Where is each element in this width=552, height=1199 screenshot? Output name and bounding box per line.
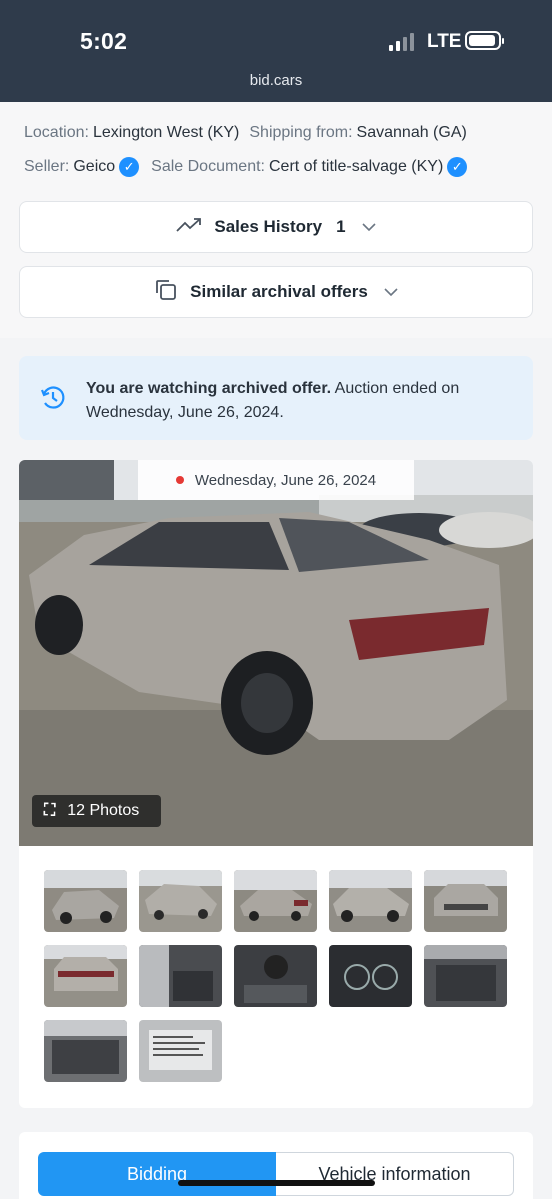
photo-gallery: Wednesday, June 26, 2024 ⛶ 12 Photos	[19, 460, 533, 1108]
similar-offers-toggle[interactable]: Similar archival offers	[19, 266, 533, 318]
network-type: LTE	[427, 31, 462, 52]
home-indicator	[178, 1180, 375, 1186]
notice-bold: You are watching archived offer.	[86, 380, 332, 397]
sale-document-value: Cert of title-salvage (KY)	[269, 158, 444, 175]
auction-date-badge: Wednesday, June 26, 2024	[138, 460, 414, 500]
seller-label: Seller:	[24, 158, 70, 175]
thumbnail[interactable]	[234, 870, 317, 932]
archived-notice: You are watching archived offer. Auction…	[19, 356, 533, 440]
copy-icon	[154, 278, 178, 307]
check-badge-icon: ✓	[447, 157, 468, 177]
thumbnail[interactable]	[234, 945, 317, 1007]
expand-icon: ⛶	[44, 802, 56, 819]
bottom-tabs: Bidding Vehicle information	[19, 1132, 533, 1199]
thumbnail[interactable]	[424, 945, 507, 1007]
url-bar[interactable]: bid.cars	[0, 72, 552, 89]
signal-icon	[389, 33, 417, 51]
thumbnail[interactable]	[329, 870, 412, 932]
lot-details: Location: Lexington West (KY) Shipping f…	[0, 102, 552, 188]
live-dot-icon	[175, 476, 184, 484]
check-badge-icon: ✓	[119, 157, 140, 177]
shipping-label: Shipping from:	[249, 124, 353, 141]
tab-vehicle-information[interactable]: Vehicle information	[276, 1152, 514, 1196]
thumbnail[interactable]	[424, 870, 507, 932]
history-panel: Sales History 1 Similar archival offers	[0, 188, 552, 338]
location-value: Lexington West (KY)	[92, 124, 240, 141]
clock: 5:02	[80, 28, 128, 54]
status-bar: 5:02 LTE bid.cars	[0, 0, 552, 102]
sales-history-toggle[interactable]: Sales History 1	[19, 201, 533, 253]
tab-bidding[interactable]: Bidding	[38, 1152, 276, 1196]
location-label: Location:	[24, 124, 89, 141]
chevron-down-icon	[362, 219, 376, 235]
photos-label: 12 Photos	[67, 802, 140, 819]
battery-icon	[465, 31, 504, 50]
seller-value: Geico	[73, 158, 116, 175]
thumbnail[interactable]	[139, 870, 222, 932]
trending-up-icon	[176, 217, 202, 238]
history-icon	[39, 384, 67, 412]
thumbnail[interactable]	[329, 945, 412, 1007]
thumbnail[interactable]	[44, 945, 127, 1007]
location-row: Location: Lexington West (KY) Shipping f…	[24, 116, 528, 150]
sale-document-label: Sale Document:	[151, 158, 265, 175]
thumbnail[interactable]	[44, 870, 127, 932]
photos-button[interactable]: ⛶ 12 Photos	[32, 795, 161, 827]
sales-history-count: 1	[336, 217, 346, 236]
sales-history-label: Sales History	[214, 217, 323, 236]
thumbnail[interactable]	[44, 1020, 127, 1082]
chevron-down-icon	[384, 284, 398, 300]
seller-row: Seller: Geico ✓ Sale Document: Cert of t…	[24, 150, 528, 184]
thumbnail[interactable]	[139, 945, 222, 1007]
thumbnail[interactable]	[139, 1020, 222, 1082]
shipping-value: Savannah (GA)	[356, 124, 467, 141]
similar-offers-label: Similar archival offers	[190, 282, 368, 301]
main-photo[interactable]	[19, 460, 533, 846]
auction-date: Wednesday, June 26, 2024	[194, 471, 377, 489]
